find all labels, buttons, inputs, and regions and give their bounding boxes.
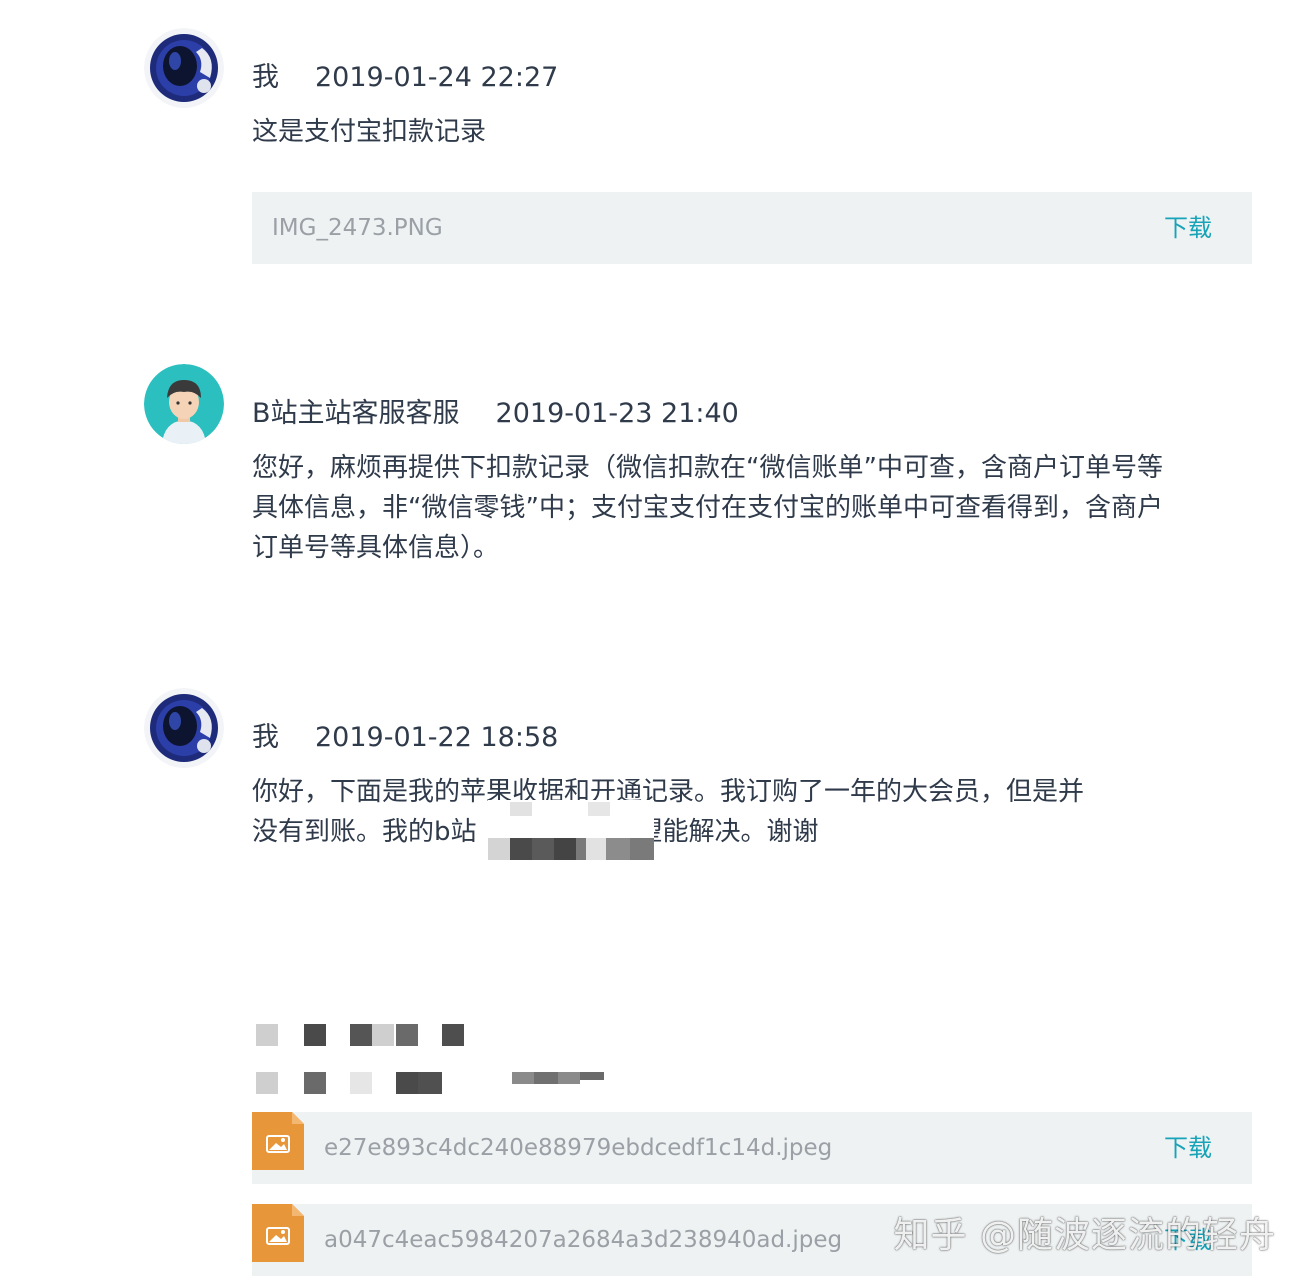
attachment-filename[interactable]: e27e893c4dc240e88979ebdcedf1c14d.jpeg bbox=[324, 1112, 832, 1184]
user-avatar-icon[interactable] bbox=[144, 28, 224, 108]
redaction-mosaic bbox=[488, 800, 654, 862]
message-meta: B站主站客服客服 2019-01-23 21:40 bbox=[252, 391, 739, 430]
author-name: B站主站客服客服 bbox=[252, 398, 460, 429]
attachment-row: e27e893c4dc240e88979ebdcedf1c14d.jpeg 下载 bbox=[252, 1112, 1252, 1184]
message-text-segment: 没有到账。我的b站 bbox=[252, 817, 477, 847]
image-file-icon bbox=[252, 1112, 304, 1170]
download-button[interactable]: 下载 bbox=[1164, 1112, 1212, 1184]
author-name: 我 bbox=[252, 62, 279, 93]
user-avatar-icon[interactable] bbox=[144, 688, 224, 768]
author-name: 我 bbox=[252, 722, 279, 753]
attachment-row: IMG_2473.PNG 下载 bbox=[252, 192, 1252, 264]
message-text-line: 没有到账。我的b站 望能解决。谢谢 bbox=[252, 812, 1172, 852]
support-avatar-icon[interactable] bbox=[144, 364, 224, 444]
message-text: 您好，麻烦再提供下扣款记录（微信扣款在“微信账单”中可查，含商户订单号等具体信息… bbox=[252, 453, 1163, 563]
attachment-filename[interactable]: a047c4eac5984207a2684a3d238940ad.jpeg bbox=[324, 1204, 842, 1276]
download-button[interactable]: 下载 bbox=[1164, 192, 1212, 264]
message-meta: 我 2019-01-22 18:58 bbox=[252, 715, 558, 754]
timestamp: 2019-01-22 18:58 bbox=[315, 722, 559, 753]
message-text-segment: 望能解决。谢谢 bbox=[636, 817, 819, 847]
redaction-mosaic bbox=[256, 1024, 606, 1096]
attachment-filename[interactable]: IMG_2473.PNG bbox=[272, 192, 443, 264]
timestamp: 2019-01-23 21:40 bbox=[495, 398, 739, 429]
watermark: 知乎 @随波逐流的轻舟 bbox=[893, 1215, 1276, 1256]
message-text: 这是支付宝扣款记录 bbox=[252, 117, 487, 147]
message-text: 你好，下面是我的苹果收据和开通记录。我订购了一年的大会员，但是并 没有到账。我的… bbox=[252, 772, 1172, 852]
message-text-line: 你好，下面是我的苹果收据和开通记录。我订购了一年的大会员，但是并 bbox=[252, 777, 1085, 807]
message-meta: 我 2019-01-24 22:27 bbox=[252, 55, 558, 94]
image-file-icon bbox=[252, 1204, 304, 1262]
timestamp: 2019-01-24 22:27 bbox=[315, 62, 559, 93]
